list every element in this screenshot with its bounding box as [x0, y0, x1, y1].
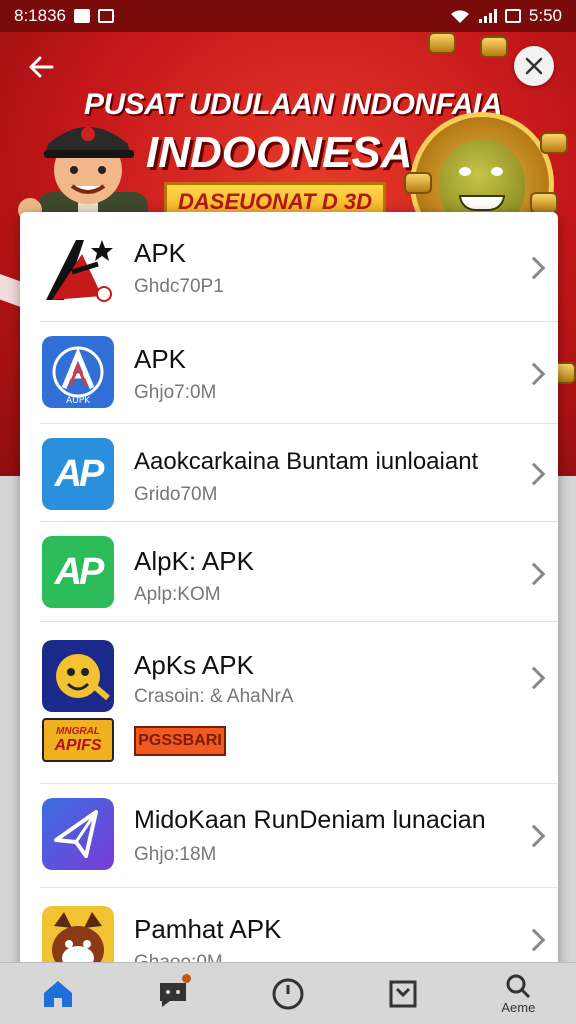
- a-shield-logo-icon: AUPK: [42, 336, 114, 408]
- chevron-right-icon: [522, 562, 546, 586]
- list-item[interactable]: APK Ghdc70P1: [20, 212, 558, 322]
- nav-home[interactable]: [28, 966, 88, 1022]
- app-name: MidoKaan RunDeniam lunacian: [134, 806, 486, 834]
- chevron-right-icon: [522, 666, 546, 690]
- ap-green-icon: AP: [42, 536, 114, 608]
- promo-badge: MNGRAL APIFS: [42, 718, 114, 762]
- nav-search[interactable]: Aeme: [488, 966, 548, 1022]
- chat-icon: [159, 982, 186, 1007]
- chevron-right-icon: [522, 824, 546, 848]
- clock-icon: [272, 978, 304, 1009]
- gold-bar-icon: [540, 132, 568, 154]
- banner-subtitle: INDOONESA: [146, 128, 413, 177]
- app-list: APK Ghdc70P1 AUPK APK Ghjo7:0M AP Aaokca…: [20, 212, 558, 1002]
- gold-bar-icon: [480, 36, 508, 58]
- bottom-nav: Aeme: [0, 962, 576, 1024]
- nav-inbox[interactable]: [373, 966, 433, 1022]
- paper-plane-icon: [42, 798, 114, 870]
- notification-dot: [181, 973, 191, 983]
- coin-mascot-icon: [42, 640, 114, 712]
- list-item[interactable]: ApKs APK Crasoin: & AhaNrA MNGRAL APIFS …: [20, 622, 558, 784]
- app-meta: Ghdc70P1: [134, 276, 224, 297]
- status-bar: 8:1836 5:50: [0, 0, 576, 32]
- a-star-logo-icon: [42, 234, 114, 306]
- list-item[interactable]: AUPK APK Ghjo7:0M: [20, 322, 558, 424]
- chevron-right-icon: [522, 462, 546, 486]
- app-name: ApKs APK: [134, 650, 254, 680]
- app-name: APK: [134, 344, 187, 374]
- app-name: APK: [134, 238, 187, 268]
- notification-icon: [98, 9, 114, 23]
- banner-title: PUSAT UDULAAN INDONFAIA: [84, 88, 502, 121]
- chevron-right-icon: [522, 256, 546, 280]
- chevron-right-icon: [522, 928, 546, 952]
- gold-bar-icon: [404, 172, 432, 194]
- close-icon: [525, 57, 543, 75]
- list-item[interactable]: AP AlpK: APK Aplp:KOM: [20, 522, 558, 622]
- app-meta: Aplp:KOM: [134, 584, 221, 605]
- svg-text:AUPK: AUPK: [66, 396, 91, 406]
- gold-bar-icon: [428, 32, 456, 54]
- list-item[interactable]: AP Aaokcarkaina Buntam iunloaiant Grido7…: [20, 424, 558, 522]
- search-icon: [506, 974, 531, 998]
- inbox-icon: [389, 980, 417, 1007]
- gold-bar-icon: [530, 192, 558, 214]
- signal-icon: [478, 9, 497, 23]
- promo-badge-top: MNGRAL: [56, 725, 100, 737]
- app-meta: Ghjo:18M: [134, 844, 217, 865]
- app-meta: Ghjo7:0M: [134, 382, 217, 403]
- ap-blue-icon: AP: [42, 438, 114, 510]
- battery-icon: [504, 9, 521, 23]
- nav-history[interactable]: [258, 966, 318, 1022]
- arrow-left-icon: [29, 56, 54, 78]
- promo-badge-label: APIFS: [54, 736, 102, 754]
- app-name: Pamhat APK: [134, 914, 282, 944]
- app-meta: Crasoin: & AhaNrA: [134, 686, 294, 707]
- promo-label: PGSSBARI: [134, 726, 226, 756]
- app-name: AlpK: APK: [134, 546, 254, 576]
- chevron-right-icon: [522, 362, 546, 386]
- close-button[interactable]: [514, 46, 554, 86]
- app-meta: Grido70M: [134, 484, 218, 505]
- nav-search-label: Aeme: [501, 999, 536, 1015]
- app-name: Aaokcarkaina Buntam iunloaiant: [134, 448, 479, 475]
- notification-icon: [74, 9, 90, 23]
- back-button[interactable]: [26, 52, 60, 86]
- wifi-icon: [450, 10, 469, 23]
- list-item[interactable]: MidoKaan RunDeniam lunacian Ghjo:18M: [20, 784, 558, 888]
- home-icon: [43, 980, 72, 1007]
- status-time: 8:1836: [14, 6, 66, 25]
- status-clock: 5:50: [528, 6, 562, 25]
- nav-chat[interactable]: [143, 966, 203, 1022]
